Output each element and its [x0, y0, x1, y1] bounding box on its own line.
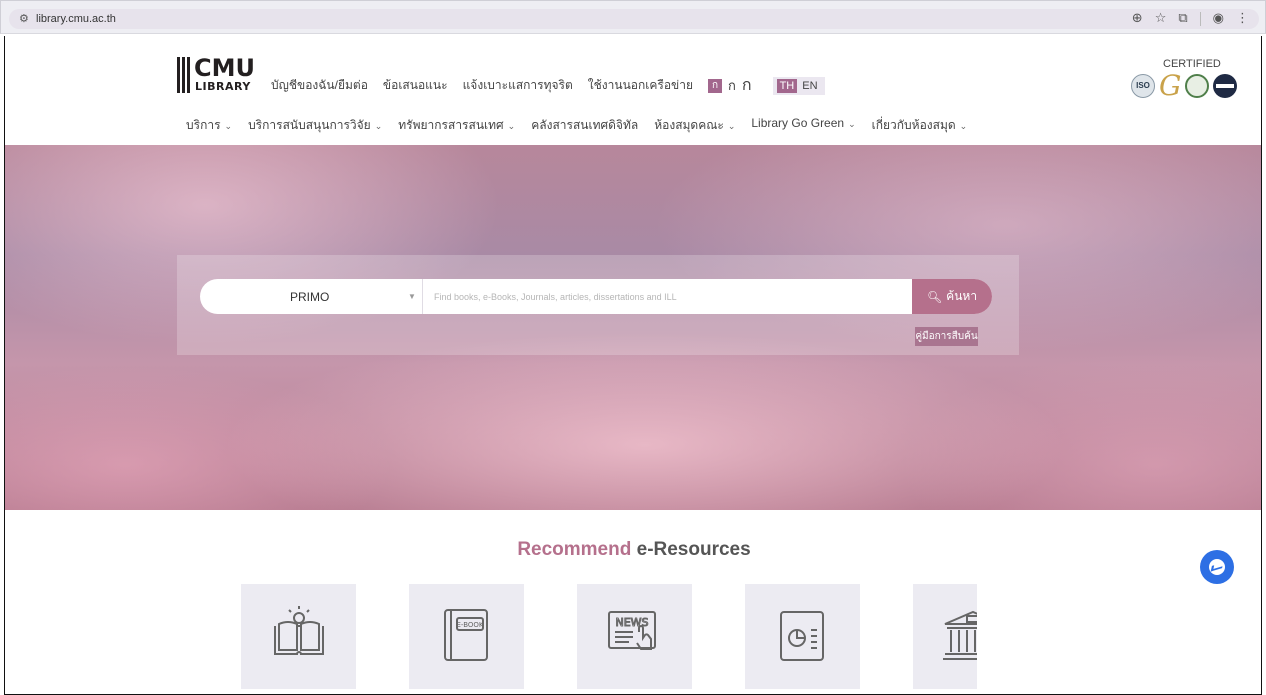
search-panel: PRIMO ▼ 🔍︎ ค้นหา คู่มือการสืบค้น	[177, 255, 1019, 355]
resource-card-report[interactable]	[745, 584, 860, 689]
chevron-down-icon: ⌄	[959, 121, 968, 131]
zoom-icon[interactable]: ⊕	[1132, 10, 1143, 28]
link-off-campus[interactable]: ใช้งานนอกเครือข่าย	[588, 76, 693, 95]
recommend-heading: Recommend e-Resources	[5, 539, 1261, 561]
iso-badge-icon: ISO	[1131, 74, 1155, 98]
language-switcher: TH EN	[772, 76, 825, 95]
browser-toolbar: ⚙ library.cmu.ac.th ⊕ ☆ ⧉ ◉ ⋮	[0, 0, 1266, 34]
search-guide-button[interactable]: คู่มือการสืบค้น	[915, 327, 978, 346]
recommend-heading-accent: Recommend	[517, 539, 632, 560]
menu-icon[interactable]: ⋮	[1236, 10, 1249, 28]
search-button[interactable]: 🔍︎ ค้นหา	[912, 279, 992, 314]
lang-th-button[interactable]: TH	[776, 78, 798, 93]
font-size-large[interactable]: ก	[742, 73, 752, 98]
search-input[interactable]	[424, 279, 912, 314]
logo-bars-icon	[177, 57, 191, 93]
green-g-logo: G	[1159, 69, 1182, 102]
font-size-switcher: ก ก ก	[708, 73, 752, 98]
svg-text:E-BOOK: E-BOOK	[457, 621, 484, 629]
top-links: บัญชีของฉัน/ยืมต่อ ข้อเสนอแนะ แจ้งเบาะแส…	[271, 73, 825, 98]
site-info-icon[interactable]: ⚙	[19, 12, 29, 25]
chevron-down-icon: ⌄	[727, 121, 736, 131]
profile-avatar-icon[interactable]: ◉	[1213, 10, 1224, 28]
search-button-label: ค้นหา	[946, 289, 978, 303]
search-source-select[interactable]: PRIMO ▼	[200, 279, 423, 314]
messenger-chat-icon[interactable]	[1200, 550, 1234, 584]
bookmark-star-icon[interactable]: ☆	[1155, 10, 1167, 28]
search-icon: 🔍︎	[926, 289, 943, 304]
nav-services[interactable]: บริการ ⌄	[186, 116, 232, 135]
nav-go-green[interactable]: Library Go Green ⌄	[751, 116, 855, 135]
ebook-icon: E-BOOK	[444, 609, 488, 661]
resource-card-institution[interactable]	[913, 584, 977, 689]
nav-faculty-libraries[interactable]: ห้องสมุดคณะ ⌄	[654, 116, 735, 135]
resource-cards: E-BOOK NEWS	[241, 584, 977, 689]
nav-research-support[interactable]: บริการสนับสนุนการวิจัย ⌄	[248, 116, 382, 135]
nav-digital-repository[interactable]: คลังสารสนเทศดิจิทัล	[531, 116, 638, 135]
main-nav: บริการ ⌄ บริการสนับสนุนการวิจัย ⌄ ทรัพยากร…	[186, 116, 967, 135]
address-bar[interactable]: ⚙ library.cmu.ac.th ⊕ ☆ ⧉ ◉ ⋮	[9, 9, 1259, 29]
font-size-medium[interactable]: ก	[728, 75, 736, 96]
address-url[interactable]: library.cmu.ac.th	[36, 13, 116, 25]
nav-resources[interactable]: ทรัพยากรสารสนเทศ ⌄	[398, 116, 515, 135]
book-idea-icon	[274, 606, 324, 655]
recommend-heading-rest: e-Resources	[631, 539, 751, 560]
dark-seal-icon	[1213, 74, 1238, 98]
cmu-library-logo[interactable]: CMU LIBRARY	[177, 55, 267, 105]
toolbar-divider	[1199, 12, 1201, 26]
library-building-icon	[943, 610, 977, 660]
search-bar: PRIMO ▼ 🔍︎ ค้นหา	[200, 279, 992, 314]
extensions-icon[interactable]: ⧉	[1178, 10, 1187, 28]
select-caret-icon: ▼	[408, 292, 416, 301]
link-feedback[interactable]: ข้อเสนอแนะ	[383, 76, 448, 95]
certification-logos: ISO G	[1131, 69, 1238, 102]
link-my-account[interactable]: บัญชีของฉัน/ยืมต่อ	[271, 76, 368, 95]
logo-text: CMU	[194, 54, 255, 82]
link-report-corruption[interactable]: แจ้งเบาะแสการทุจริต	[463, 76, 573, 95]
resource-card-news[interactable]: NEWS	[577, 584, 692, 689]
news-icon: NEWS	[608, 611, 656, 650]
resource-card-books[interactable]	[241, 584, 356, 689]
resource-card-ebook[interactable]: E-BOOK	[409, 584, 524, 689]
logo-subtext: LIBRARY	[195, 80, 251, 93]
nav-about[interactable]: เกี่ยวกับห้องสมุด ⌄	[872, 116, 968, 135]
font-size-small[interactable]: ก	[708, 78, 723, 93]
search-source-value: PRIMO	[290, 290, 330, 304]
chevron-down-icon: ⌄	[224, 121, 233, 131]
chevron-down-icon: ⌄	[848, 119, 856, 129]
lang-en-button[interactable]: EN	[799, 79, 820, 93]
green-seal-icon	[1185, 74, 1210, 98]
chevron-down-icon: ⌄	[507, 121, 516, 131]
report-icon	[780, 611, 824, 661]
chevron-down-icon: ⌄	[374, 121, 383, 131]
web-page: CMU LIBRARY บัญชีของฉัน/ยืมต่อ ข้อเสนอแน…	[4, 36, 1262, 695]
hero-banner: PRIMO ▼ 🔍︎ ค้นหา คู่มือการสืบค้น	[5, 145, 1261, 510]
